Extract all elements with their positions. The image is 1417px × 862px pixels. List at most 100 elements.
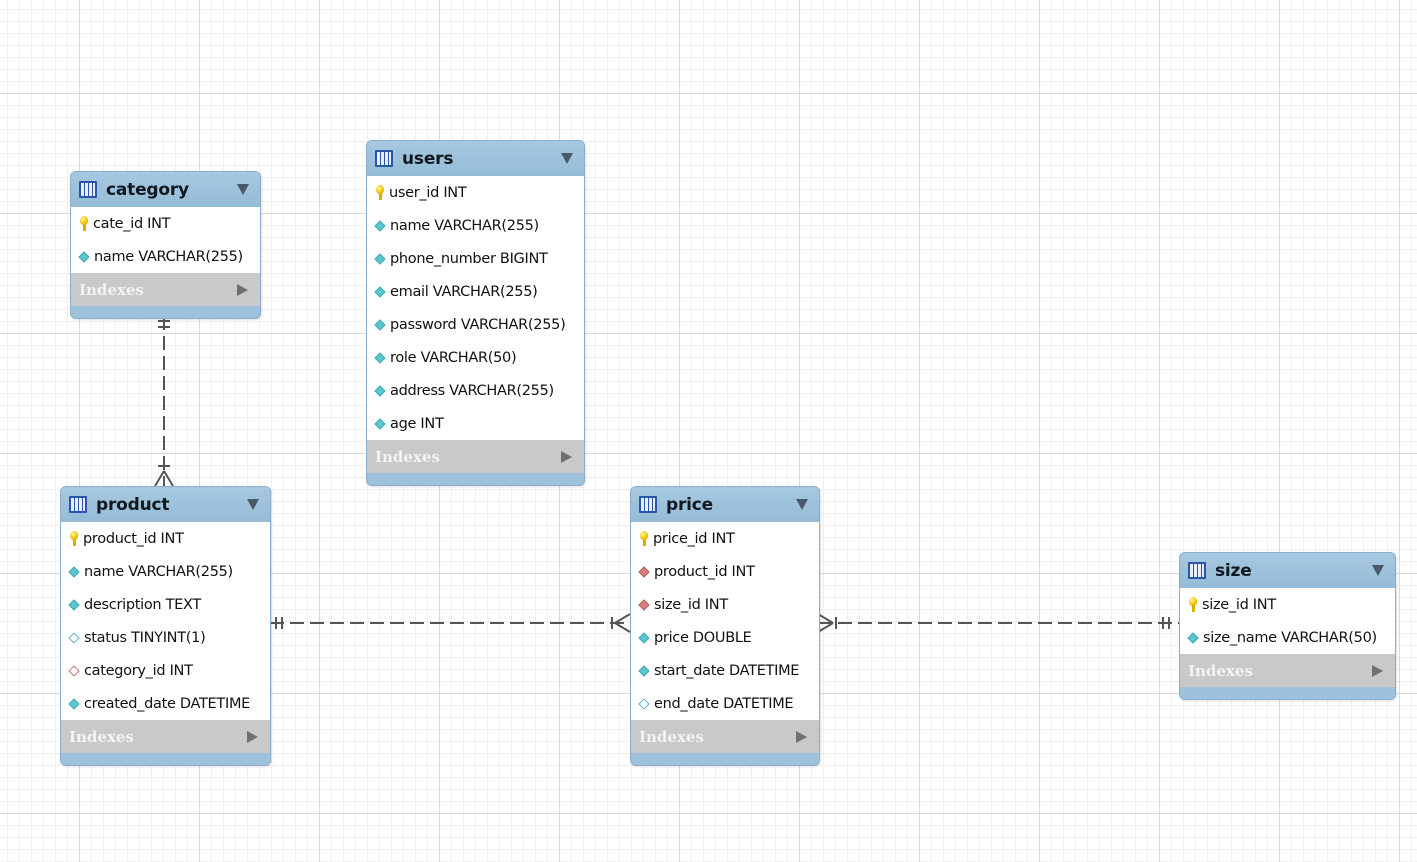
column-label: category_id INT [84,662,193,679]
column-notnull-icon [374,417,386,430]
table-category[interactable]: category cate_id INT name VARCHAR(255) I… [70,171,261,319]
primary-key-icon [376,184,384,201]
column-notnull-icon [68,598,80,611]
column-row[interactable]: category_id INT [61,654,270,687]
table-title: users [402,148,454,169]
table-footer [71,306,260,318]
column-row[interactable]: end_date DATETIME [631,687,819,720]
column-row[interactable]: product_id INT [61,522,270,555]
column-label: role VARCHAR(50) [390,349,517,366]
column-row[interactable]: phone_number BIGINT [367,242,584,275]
column-row[interactable]: product_id INT [631,555,819,588]
table-title: size [1215,560,1252,581]
foreign-key-icon [638,598,650,611]
table-users-header[interactable]: users [367,141,584,176]
chevron-right-icon [247,730,258,743]
column-row[interactable]: password VARCHAR(255) [367,308,584,341]
er-diagram-canvas[interactable]: category cate_id INT name VARCHAR(255) I… [0,0,1417,862]
column-notnull-icon [374,252,386,265]
chevron-right-icon [561,450,572,463]
chevron-down-icon[interactable] [237,184,249,195]
indexes-label: Indexes [375,447,440,466]
column-label: end_date DATETIME [654,695,794,712]
column-row[interactable]: email VARCHAR(255) [367,275,584,308]
column-row[interactable]: price DOUBLE [631,621,819,654]
column-notnull-icon [374,285,386,298]
column-label: status TINYINT(1) [84,629,206,646]
column-notnull-icon [374,351,386,364]
table-category-header[interactable]: category [71,172,260,207]
table-icon [1188,562,1206,579]
column-notnull-icon [638,631,650,644]
relationship-product-price[interactable] [270,613,631,633]
column-row[interactable]: name VARCHAR(255) [71,240,260,273]
table-icon [79,181,97,198]
table-price-header[interactable]: price [631,487,819,522]
column-row[interactable]: cate_id INT [71,207,260,240]
primary-key-icon [1189,596,1197,613]
column-label: description TEXT [84,596,201,613]
column-row[interactable]: age INT [367,407,584,440]
indexes-section[interactable]: Indexes [631,720,819,753]
table-footer [367,473,584,485]
chevron-down-icon[interactable] [247,499,259,510]
column-label: name VARCHAR(255) [84,563,233,580]
table-icon [69,496,87,513]
indexes-section[interactable]: Indexes [71,273,260,306]
column-row[interactable]: price_id INT [631,522,819,555]
column-row[interactable]: name VARCHAR(255) [367,209,584,242]
table-title: product [96,494,170,515]
column-notnull-icon [374,384,386,397]
column-label: size_name VARCHAR(50) [1203,629,1377,646]
column-nullable-icon [68,631,80,644]
chevron-down-icon[interactable] [796,499,808,510]
column-notnull-icon [68,565,80,578]
column-notnull-icon [68,697,80,710]
table-title: category [106,179,189,200]
indexes-label: Indexes [1188,661,1253,680]
column-row[interactable]: role VARCHAR(50) [367,341,584,374]
indexes-label: Indexes [79,280,144,299]
column-notnull-icon [78,250,90,263]
indexes-section[interactable]: Indexes [61,720,270,753]
table-size[interactable]: size size_id INT size_name VARCHAR(50) I… [1179,552,1396,700]
column-label: email VARCHAR(255) [390,283,538,300]
column-row[interactable]: address VARCHAR(255) [367,374,584,407]
foreign-key-icon [638,565,650,578]
column-label: created_date DATETIME [84,695,251,712]
indexes-label: Indexes [69,727,134,746]
primary-key-icon [80,215,88,232]
column-row[interactable]: description TEXT [61,588,270,621]
table-title: price [666,494,713,515]
relationship-category-product[interactable] [154,316,174,487]
column-row[interactable]: status TINYINT(1) [61,621,270,654]
column-label: user_id INT [389,184,467,201]
column-notnull-icon [638,664,650,677]
table-product[interactable]: product product_id INT name VARCHAR(255)… [60,486,271,766]
column-row[interactable]: created_date DATETIME [61,687,270,720]
chevron-down-icon[interactable] [561,153,573,164]
indexes-section[interactable]: Indexes [367,440,584,473]
chevron-down-icon[interactable] [1372,565,1384,576]
column-label: address VARCHAR(255) [390,382,554,399]
primary-key-icon [70,530,78,547]
column-row[interactable]: size_id INT [631,588,819,621]
column-row[interactable]: size_id INT [1180,588,1395,621]
chevron-right-icon [796,730,807,743]
table-product-header[interactable]: product [61,487,270,522]
indexes-label: Indexes [639,727,704,746]
table-icon [639,496,657,513]
column-row[interactable]: start_date DATETIME [631,654,819,687]
column-row[interactable]: size_name VARCHAR(50) [1180,621,1395,654]
table-price[interactable]: price price_id INT product_id INT size_i… [630,486,820,766]
table-size-header[interactable]: size [1180,553,1395,588]
column-row[interactable]: user_id INT [367,176,584,209]
column-label: start_date DATETIME [654,662,800,679]
column-notnull-icon [374,219,386,232]
relationship-size-price[interactable] [817,613,1180,633]
table-users[interactable]: users user_id INT name VARCHAR(255) phon… [366,140,585,486]
column-label: size_id INT [1202,596,1276,613]
indexes-section[interactable]: Indexes [1180,654,1395,687]
column-row[interactable]: name VARCHAR(255) [61,555,270,588]
column-notnull-icon [374,318,386,331]
